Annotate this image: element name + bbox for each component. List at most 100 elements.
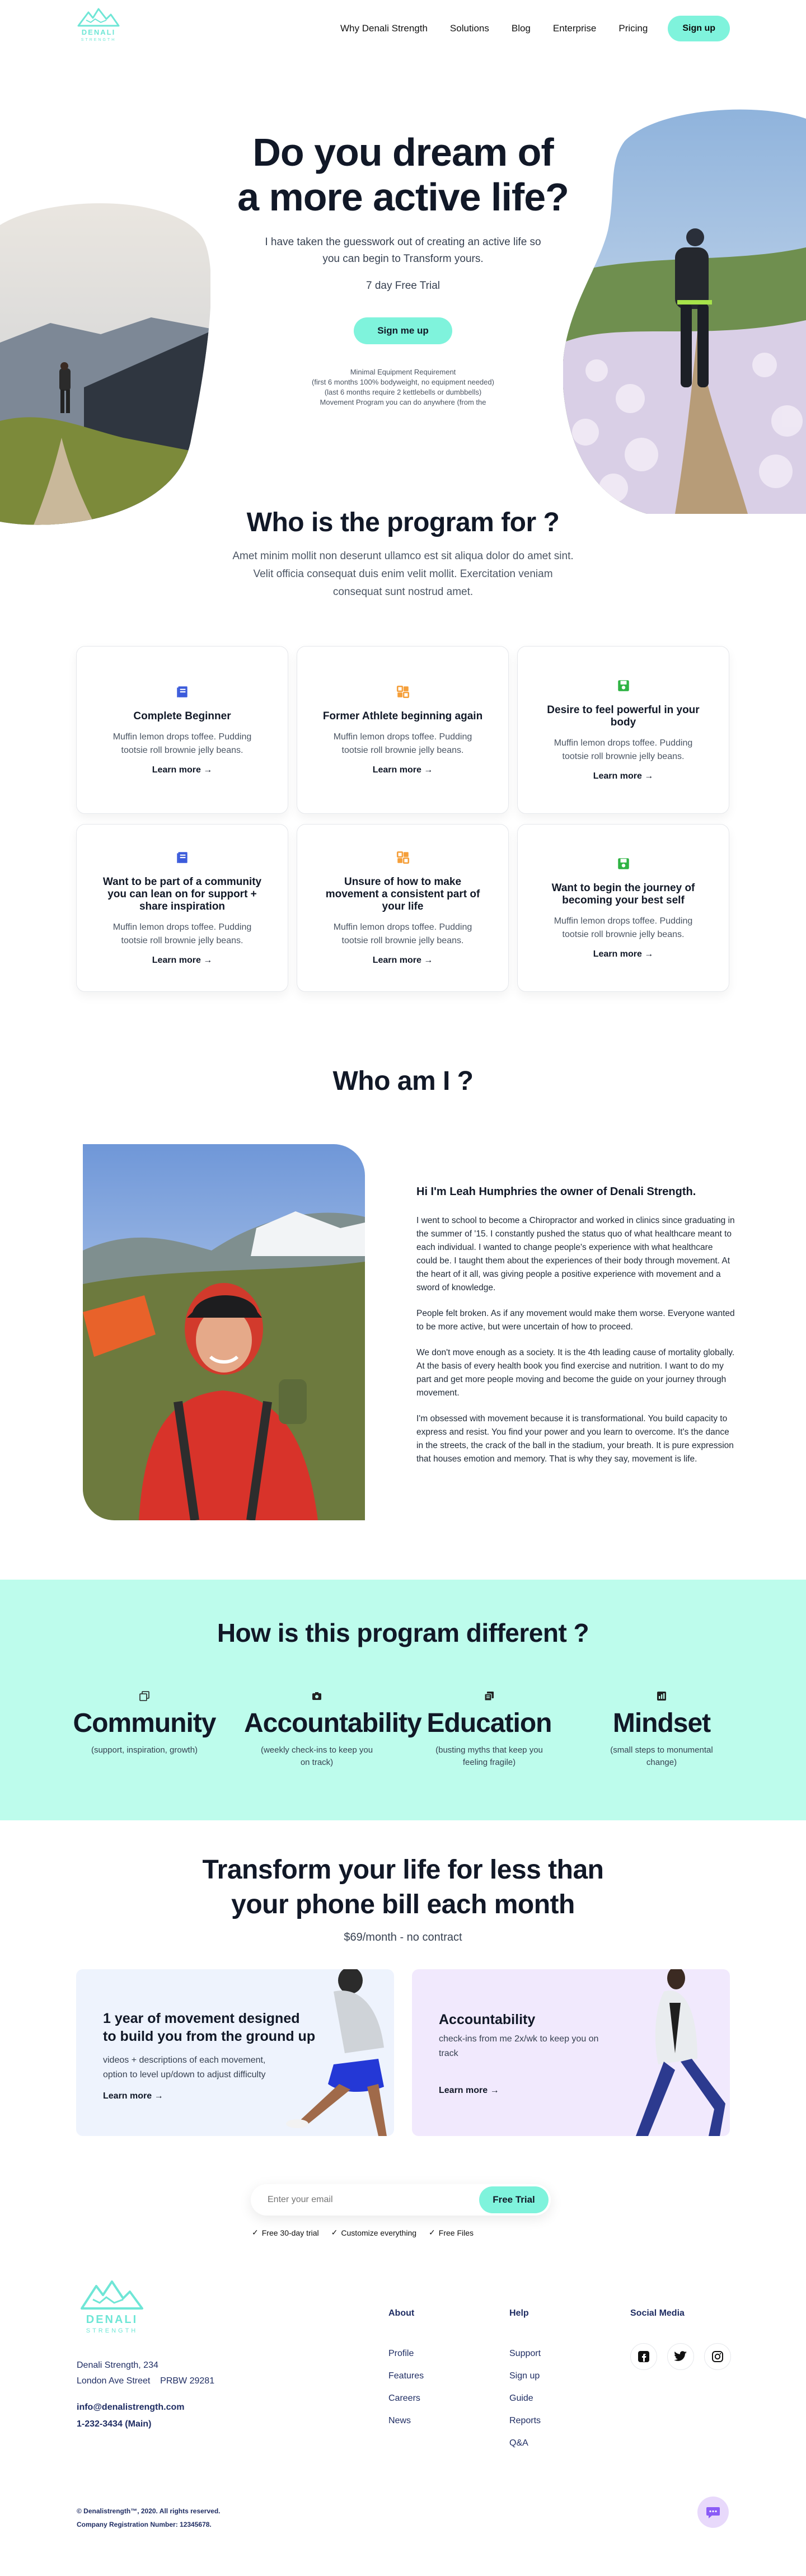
pillar-name: Community: [73, 1708, 217, 1738]
card-title: Desire to feel powerful in your body: [547, 704, 700, 728]
audience-card[interactable]: Former Athlete beginning again Muffin le…: [297, 646, 509, 814]
logo-wordmark: DENALI: [82, 28, 115, 36]
learn-more-link[interactable]: Learn more →: [439, 2086, 499, 2096]
save-icon: [617, 680, 629, 691]
footer-column-title: Help: [509, 2308, 529, 2318]
about-section-title: Who am I ?: [332, 1066, 474, 1096]
footer-link[interactable]: Support: [509, 2349, 541, 2359]
camera-icon: [312, 1692, 321, 1700]
card-text: Muffin lemon drops toffee. Pudding toots…: [333, 732, 472, 755]
feature-card-movement[interactable]: 1 year of movement designed to build you…: [76, 1969, 394, 2136]
free-trial-button[interactable]: Free Trial: [479, 2186, 549, 2213]
bio-heading: Hi I'm Leah Humphries the owner of Denal…: [416, 1186, 696, 1198]
nav-link-enterprise[interactable]: Enterprise: [553, 23, 596, 34]
footer-column-title: About: [388, 2308, 415, 2318]
bio-paragraph: People felt broken. As if any movement w…: [416, 1309, 735, 1332]
grid-icon: [396, 851, 409, 864]
feature-card-accountability[interactable]: Accountability check-ins from me 2x/wk t…: [412, 1969, 730, 2136]
nav-link-solutions[interactable]: Solutions: [450, 23, 489, 34]
pillar-desc: (busting myths that keep you feeling fra…: [435, 1745, 543, 1767]
footer-column-help: Help Support Sign up Guide Reports Q&A: [509, 2308, 541, 2461]
footer-link[interactable]: Sign up: [509, 2371, 541, 2381]
learn-more-link[interactable]: Learn more →: [373, 765, 433, 775]
pillar-community: Community (support, inspiration, growth): [72, 1690, 217, 1769]
card-title: Want to begin the journey of becoming yo…: [551, 882, 695, 906]
learn-more-link[interactable]: Learn more →: [103, 2091, 163, 2101]
email-signup-form: Free Trial: [251, 2184, 551, 2216]
chat-widget-button[interactable]: [697, 2497, 729, 2528]
hero-title-line2: a more active life?: [237, 175, 569, 219]
pillar-name: Accountability: [244, 1708, 422, 1738]
address-line: Denali Strength, 234: [77, 2360, 158, 2370]
card-text: Muffin lemon drops toffee. Pudding toots…: [113, 732, 252, 755]
pillar-desc: (support, inspiration, growth): [91, 1745, 198, 1755]
footer-link[interactable]: Features: [388, 2371, 424, 2381]
footer-logo-wordmark: DENALI: [86, 2313, 138, 2326]
hero-signup-button[interactable]: Sign me up: [354, 317, 452, 344]
card-title: Complete Beginner: [133, 710, 231, 722]
walking-figure-illustration: [636, 1969, 725, 2136]
running-figure-illustration: [286, 1969, 387, 2136]
pillar-name: Education: [427, 1708, 552, 1738]
address-street: London Ave Street: [77, 2376, 151, 2386]
learn-more-link[interactable]: Learn more →: [152, 765, 213, 775]
chat-icon: [706, 2507, 720, 2518]
benefit-item: ✓ Free Files: [429, 2228, 474, 2237]
program-pillars: Community (support, inspiration, growth)…: [72, 1690, 734, 1769]
audience-cards: Complete Beginner Muffin lemon drops tof…: [76, 646, 730, 992]
hero-title-line1: Do you dream of: [252, 130, 554, 174]
nav-signup-button[interactable]: Sign up: [668, 16, 730, 41]
audience-card[interactable]: Complete Beginner Muffin lemon drops tof…: [76, 646, 288, 814]
footer-link[interactable]: Q&A: [509, 2438, 541, 2448]
learn-more-link[interactable]: Learn more →: [593, 771, 654, 781]
footer-link[interactable]: Guide: [509, 2394, 541, 2404]
pillar-mindset: Mindset (small steps to monumental chang…: [589, 1690, 734, 1769]
address-postcode: PRBW 29281: [160, 2376, 215, 2386]
hero-left-hiking-image: [0, 203, 210, 525]
audience-card[interactable]: Want to begin the journey of becoming yo…: [517, 824, 729, 992]
learn-more-link[interactable]: Learn more →: [152, 956, 213, 966]
audience-card[interactable]: Unsure of how to make movement a consist…: [297, 824, 509, 992]
benefit-label: Free 30-day trial: [261, 2228, 319, 2237]
who-section-title: Who is the program for ?: [246, 508, 560, 537]
footer-logo-tagline: STRENGTH: [86, 2327, 138, 2334]
pillar-education: Education (busting myths that keep you f…: [416, 1690, 562, 1769]
card-text: Muffin lemon drops toffee. Pudding toots…: [113, 922, 252, 945]
footer-phone: 1-232-3434 (Main): [77, 2419, 152, 2429]
audience-card[interactable]: Desire to feel powerful in your body Muf…: [517, 646, 729, 814]
learn-more-link[interactable]: Learn more →: [373, 956, 433, 966]
footer-link[interactable]: News: [388, 2416, 424, 2426]
pricing-title-line2: your phone bill each month: [231, 1890, 575, 1919]
footer-link[interactable]: Careers: [388, 2394, 424, 2404]
feature-card-desc: check-ins from me 2x/wk to keep you on t…: [439, 2034, 599, 2058]
footer-logo[interactable]: DENALI STRENGTH: [77, 2278, 147, 2335]
footer-column-about: About Profile Features Careers News: [388, 2308, 424, 2438]
pillar-accountability: Accountability (weekly check-ins to keep…: [244, 1690, 422, 1769]
twitter-icon[interactable]: [667, 2343, 694, 2370]
signup-benefits: ✓ Free 30-day trial ✓ Customize everything…: [252, 2228, 474, 2237]
book-stack-icon: [484, 1692, 494, 1701]
nav-link-blog[interactable]: Blog: [512, 23, 531, 34]
learn-more-link[interactable]: Learn more →: [593, 949, 654, 959]
check-icon: ✓: [429, 2228, 435, 2237]
hero-trial-text: 7 day Free Trial: [366, 280, 440, 292]
hero-subtitle: I have taken the guesswork out of creati…: [265, 236, 541, 265]
footer-link[interactable]: Reports: [509, 2416, 541, 2426]
instagram-icon[interactable]: [704, 2343, 731, 2370]
who-section-description: Amet minim mollit non deserunt ullamco e…: [232, 550, 574, 598]
denali-logo[interactable]: DENALI STRENGTH: [75, 7, 122, 43]
audience-card[interactable]: Want to be part of a community you can l…: [76, 824, 288, 992]
nav-link-why[interactable]: Why Denali Strength: [340, 23, 428, 34]
footer-link[interactable]: Profile: [388, 2349, 424, 2359]
email-input[interactable]: [268, 2191, 452, 2209]
social-links: [630, 2343, 731, 2370]
facebook-icon[interactable]: [630, 2343, 657, 2370]
grid-icon: [396, 685, 409, 699]
requirement-line: (first 6 months 100% bodyweight, no equi…: [312, 378, 494, 386]
feature-card-desc: videos + descriptions of each movement, …: [103, 2055, 266, 2079]
footer-email-link[interactable]: info@denalistrength.com: [77, 2402, 185, 2412]
owner-bio: Hi I'm Leah Humphries the owner of Denal…: [416, 1186, 735, 1478]
nav-link-pricing[interactable]: Pricing: [618, 23, 648, 34]
card-text: Muffin lemon drops toffee. Pudding toots…: [554, 916, 693, 939]
bio-paragraph: I went to school to become a Chiropracto…: [416, 1216, 735, 1292]
